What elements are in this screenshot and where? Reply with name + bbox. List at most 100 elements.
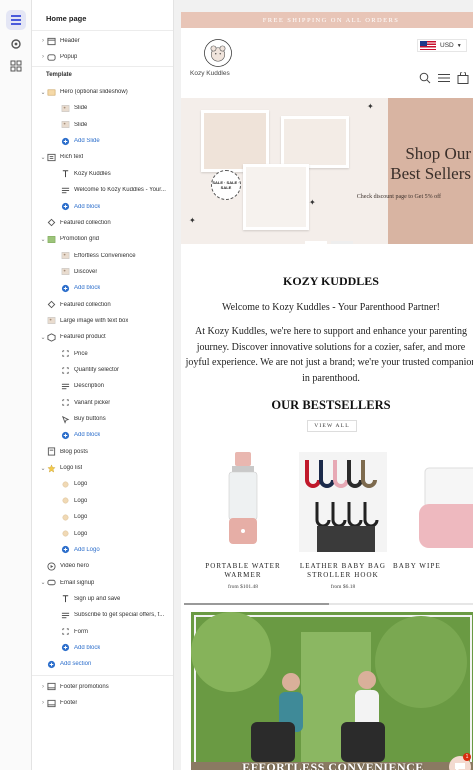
currency-selector[interactable]: USD ▼ (417, 39, 467, 52)
sidebar-item-label: Featured collection (60, 301, 111, 308)
divider (32, 30, 173, 31)
sparkle-icon: ✦ (367, 102, 374, 111)
sidebar-item-label: Form (74, 628, 88, 635)
block-kozy-kuddles[interactable]: Kozy Kuddles (32, 166, 173, 182)
blog-icon (47, 447, 55, 456)
sidebar-item-header[interactable]: › Header (32, 33, 173, 49)
section-email-signup[interactable]: ⌄ Email signup (32, 575, 173, 591)
image-thumb-icon (47, 317, 55, 325)
carousel-scroll-thumb[interactable] (184, 603, 329, 605)
slideshow-icon (47, 89, 55, 96)
menu-icon[interactable] (438, 72, 450, 84)
slide-indicator[interactable] (331, 241, 353, 244)
section-featured-collection[interactable]: Featured collection (32, 215, 173, 231)
block-description[interactable]: Description (32, 378, 173, 394)
block-sign-up-and-save[interactable]: Sign up and save (32, 591, 173, 607)
chat-icon (455, 763, 465, 770)
block-logo[interactable]: Logo (32, 509, 173, 525)
hero-title: Shop Our Best Sellers (331, 144, 471, 184)
block-icon (61, 399, 69, 406)
settings-rail-button[interactable] (6, 34, 26, 54)
add-section-button[interactable]: Add section (32, 656, 173, 672)
section-logo-list[interactable]: ⌄ Logo list (32, 460, 173, 476)
sidebar-item-label: Add Logo (74, 546, 100, 553)
sidebar-item-label: Add block (74, 432, 101, 439)
block-buy-buttons[interactable]: Buy buttons (32, 411, 173, 427)
block-effortless-convenience[interactable]: Effortless Convenience (32, 248, 173, 264)
section-video-hero[interactable]: Video hero (32, 558, 173, 574)
section-blog-posts[interactable]: Blog posts (32, 444, 173, 460)
block-variant-picker[interactable]: Variant picker (32, 395, 173, 411)
section-large-image-with-text-box[interactable]: Large image with text box (32, 313, 173, 329)
sidebar-item-label: Popup (60, 54, 78, 61)
sidebar-item-popup[interactable]: › Popup (32, 49, 173, 65)
paragraph-icon (61, 612, 69, 618)
sidebar-item-label: Kozy Kuddles (74, 170, 111, 177)
collection-icon (47, 300, 55, 309)
sections-rail-button[interactable] (6, 10, 26, 30)
product-name[interactable]: BABY WIPE (393, 562, 473, 571)
block-slide[interactable]: Slide (32, 100, 173, 116)
search-icon[interactable] (419, 72, 431, 84)
sidebar-item-label: Discover (74, 268, 98, 275)
product-price: from $6.18 (330, 584, 356, 590)
bestsellers-heading: OUR BESTSELLERS (271, 398, 391, 412)
add-block-button[interactable]: Add block (32, 640, 173, 656)
sidebar-item-label: Featured collection (60, 219, 111, 226)
add-circle-icon (61, 137, 69, 145)
sidebar-item-label: Logo (74, 514, 88, 521)
product-price: $36 (393, 574, 473, 580)
sidebar-item-label: Add section (60, 661, 92, 668)
sidebar-item-label: Header (60, 38, 80, 44)
section-featured-product[interactable]: ⌄ Featured product (32, 329, 173, 345)
slide-indicator[interactable] (305, 241, 327, 244)
product-image-baby-wipe (419, 467, 473, 548)
store-header: Kozy Kuddles USD ▼ (181, 28, 473, 96)
section-hero-optional-slideshow[interactable]: ⌄ Hero (optional slideshow) (32, 84, 173, 100)
add-block-button[interactable]: Add block (32, 427, 173, 443)
apps-rail-button[interactable] (6, 56, 26, 76)
sidebar-item-footer-promotions[interactable]: › Footer promotions (32, 679, 173, 695)
cursor-icon (61, 415, 69, 424)
sidebar-item-label: Price (74, 350, 88, 357)
header-icon (46, 37, 56, 45)
section-promotion-grid[interactable]: ⌄ Promotion grid (32, 231, 173, 247)
block-logo[interactable]: Logo (32, 493, 173, 509)
product-name[interactable]: PORTABLE WATER WARMER (193, 562, 293, 580)
promotion-grid-image[interactable]: EFFORTLESS CONVENIENCE (191, 612, 473, 770)
add-logo-button[interactable]: Add Logo (32, 542, 173, 558)
sections-sidebar: Home page › Header › Popup Template ⌄ Hero (op… (32, 0, 174, 770)
page-title: Home page (46, 14, 87, 23)
divider (32, 674, 173, 676)
section-featured-collection[interactable]: Featured collection (32, 297, 173, 313)
store-logo[interactable] (203, 38, 233, 68)
add-block-button[interactable]: Add block (32, 199, 173, 215)
sidebar-item-label: Promotion grid (60, 236, 100, 243)
view-all-button[interactable]: VIEW ALL (307, 420, 357, 432)
rich-text-heading: KOZY KUDDLES (283, 274, 379, 288)
sidebar-item-footer[interactable]: › Footer (32, 695, 173, 711)
block-subscribe-to-get-special-offers-f[interactable]: Subscribe to get special offers, f... (32, 607, 173, 623)
block-quantity-selector[interactable]: Quantity selector (32, 362, 173, 378)
add-block-button[interactable]: Add block (32, 280, 173, 296)
chevron-down-icon: ▼ (456, 42, 462, 49)
sidebar-item-label: Add block (74, 203, 101, 210)
divider (32, 65, 173, 67)
add-slide-button[interactable]: Add Slide (32, 133, 173, 149)
block-form[interactable]: Form (32, 624, 173, 640)
hero-slideshow[interactable]: SALE · SALE · SALE Shop Our Best Sellers… (181, 98, 473, 244)
product-name[interactable]: LEATHER BABY BAG STROLLER HOOK (293, 562, 393, 580)
sidebar-item-label: Footer (60, 700, 78, 706)
image-thumb-icon (61, 252, 69, 259)
block-logo[interactable]: Logo (32, 476, 173, 492)
block-logo[interactable]: Logo (32, 526, 173, 542)
block-slide[interactable]: Slide (32, 117, 173, 133)
preview-page: FREE SHIPPING ON ALL ORDERS Kozy Kuddles… (181, 12, 473, 770)
block-discover[interactable]: Discover (32, 264, 173, 280)
video-icon (46, 562, 56, 571)
block-welcome-to-kozy-kuddles-your[interactable]: Welcome to Kozy Kuddles - Your... (32, 182, 173, 198)
section-rich-text[interactable]: ⌄ Rich text (32, 149, 173, 165)
block-price[interactable]: Price (32, 346, 173, 362)
cart-icon[interactable] (457, 72, 469, 84)
product-price: from $101.48 (228, 584, 258, 590)
